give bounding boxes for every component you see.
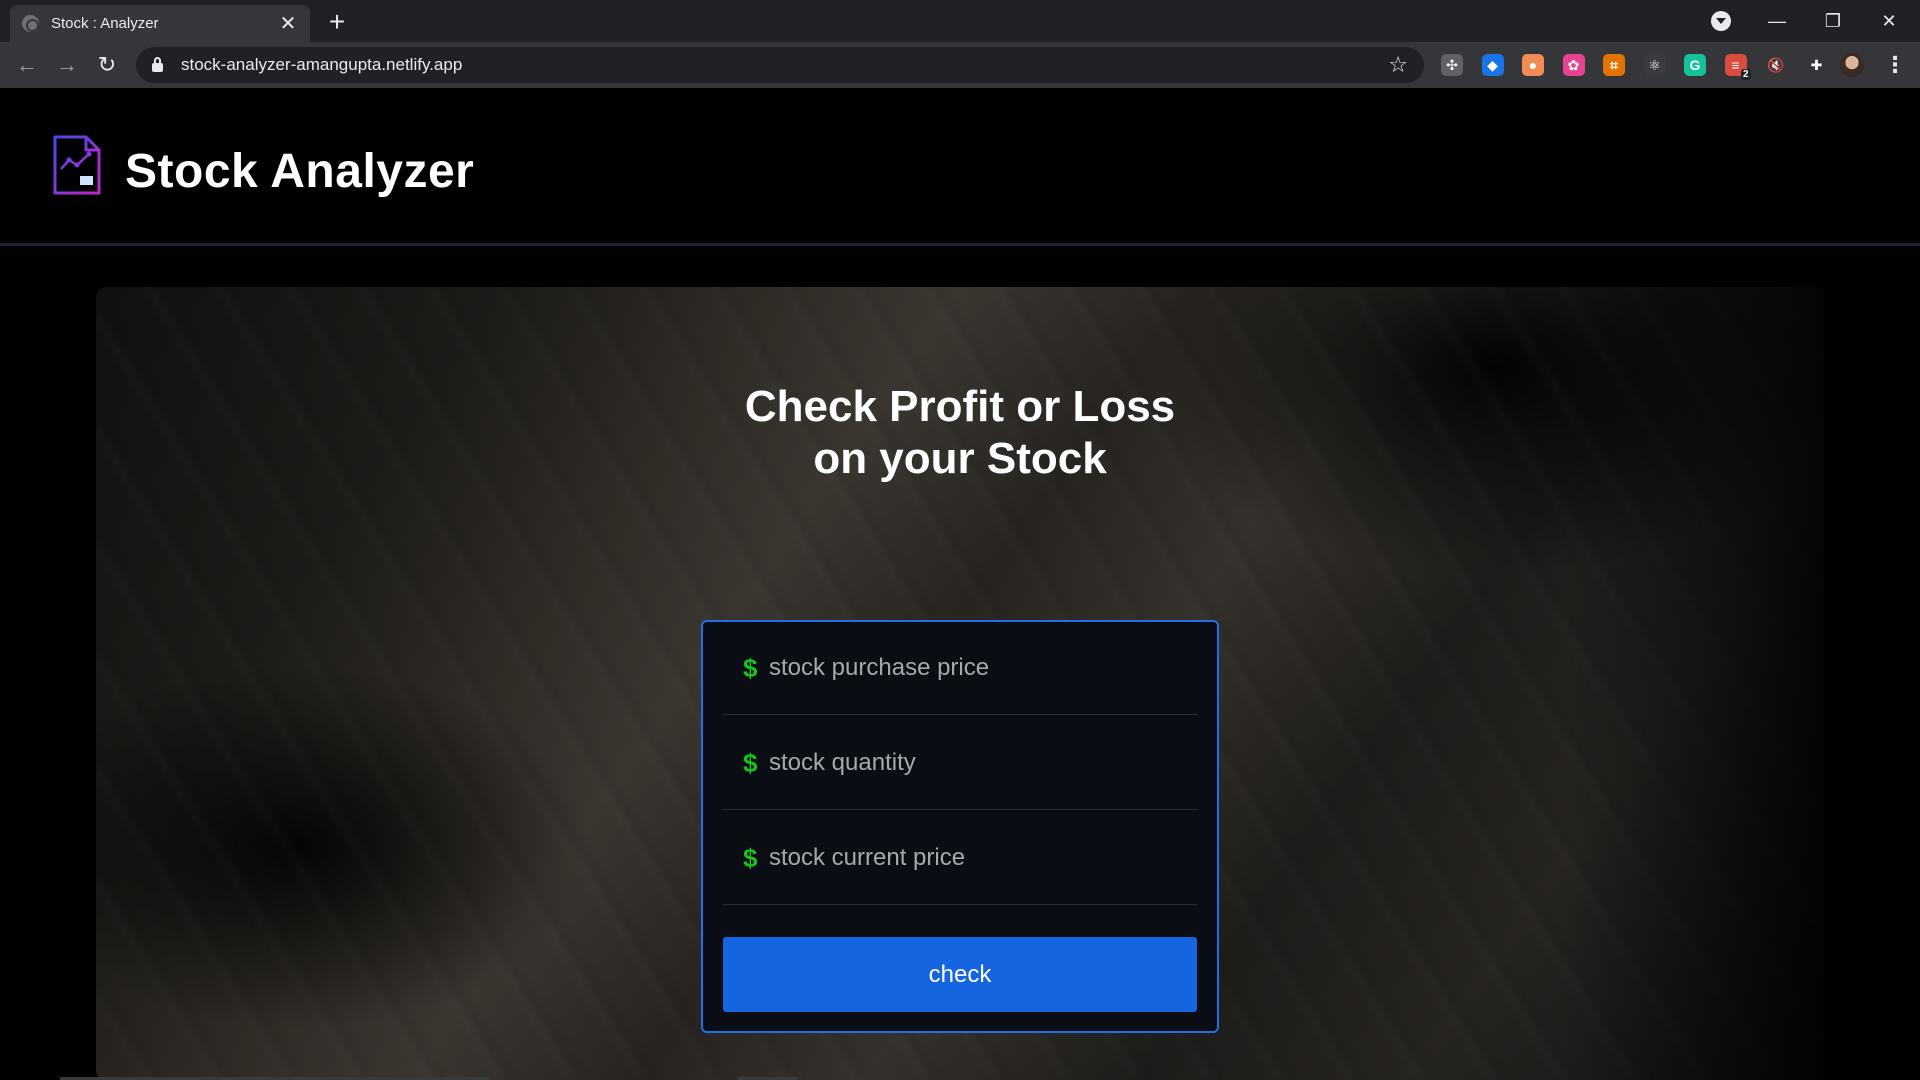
page: Stock Analyzer Check Profit or Loss on y… — [0, 88, 1920, 1080]
forward-button[interactable]: → — [52, 50, 82, 80]
dollar-icon: $ — [743, 842, 758, 873]
reload-button[interactable]: ↻ — [92, 50, 122, 80]
hero-fade — [1564, 287, 1824, 1080]
browser-tab[interactable]: Stock : Analyzer ✕ — [10, 5, 310, 42]
extension-todoist-icon[interactable]: ≡ 2 — [1724, 54, 1751, 80]
page-heading: Check Profit or Loss on your Stock — [660, 381, 1260, 485]
site-header: Stock Analyzer — [0, 88, 1920, 246]
restore-button[interactable]: ❐ — [1810, 6, 1856, 36]
tab-close-icon[interactable]: ✕ — [278, 14, 298, 34]
url-text[interactable]: stock-analyzer-amangupta.netlify.app — [181, 55, 1388, 75]
profile-avatar[interactable] — [1840, 53, 1864, 77]
new-tab-button[interactable]: + — [322, 8, 352, 36]
quantity-field: $ — [723, 717, 1197, 810]
extension-pill-icon[interactable]: ● — [1522, 54, 1544, 76]
extensions-puzzle-icon[interactable]: ✚ — [1805, 54, 1828, 76]
current-price-input[interactable] — [769, 844, 1189, 872]
globe-favicon-icon — [22, 15, 39, 32]
current-price-field: $ — [723, 812, 1197, 905]
purchase-price-input[interactable] — [769, 654, 1189, 682]
tab-search-icon[interactable] — [1711, 11, 1731, 31]
extension-droplet-icon[interactable]: ◆ — [1481, 54, 1504, 76]
minimize-button[interactable]: — — [1754, 6, 1800, 36]
browser-toolbar: ← → ↻ stock-analyzer-amangupta.netlify.a… — [0, 42, 1920, 88]
check-button[interactable]: check — [723, 937, 1197, 1012]
browser-menu-icon[interactable]: ⋮ — [1884, 50, 1906, 80]
purchase-price-field: $ — [723, 622, 1197, 715]
tab-title: Stock : Analyzer — [51, 15, 159, 32]
dollar-icon: $ — [743, 652, 758, 683]
dollar-icon: $ — [743, 747, 758, 778]
extension-grammarly-icon[interactable]: G — [1684, 54, 1706, 76]
close-window-button[interactable]: ✕ — [1866, 6, 1912, 36]
extension-grid-icon[interactable]: ✣ — [1441, 54, 1463, 76]
heading-line-2: on your Stock — [813, 434, 1107, 483]
address-bar[interactable]: stock-analyzer-amangupta.netlify.app ☆ — [136, 47, 1424, 83]
hero-section: Check Profit or Loss on your Stock $ $ $… — [96, 287, 1824, 1080]
quantity-input[interactable] — [769, 749, 1189, 777]
browser-tab-bar: Stock : Analyzer ✕ + — ❐ ✕ — [0, 0, 1920, 42]
site-title: Stock Analyzer — [125, 145, 475, 198]
heading-line-1: Check Profit or Loss — [744, 382, 1176, 431]
bookmark-star-icon[interactable]: ☆ — [1388, 54, 1408, 76]
lock-icon[interactable] — [152, 57, 163, 72]
extension-react-icon[interactable]: ⚛ — [1643, 54, 1666, 76]
extension-badge-count: 2 — [1740, 69, 1751, 80]
stock-form: $ $ $ check — [701, 620, 1219, 1033]
report-chart-logo-icon — [53, 135, 101, 195]
back-button[interactable]: ← — [12, 50, 42, 80]
extension-mute-icon[interactable]: 🔇 — [1765, 54, 1787, 76]
extension-color-wheel-icon[interactable]: ✿ — [1562, 54, 1585, 76]
extension-capture-icon[interactable]: ⌗ — [1603, 54, 1625, 76]
